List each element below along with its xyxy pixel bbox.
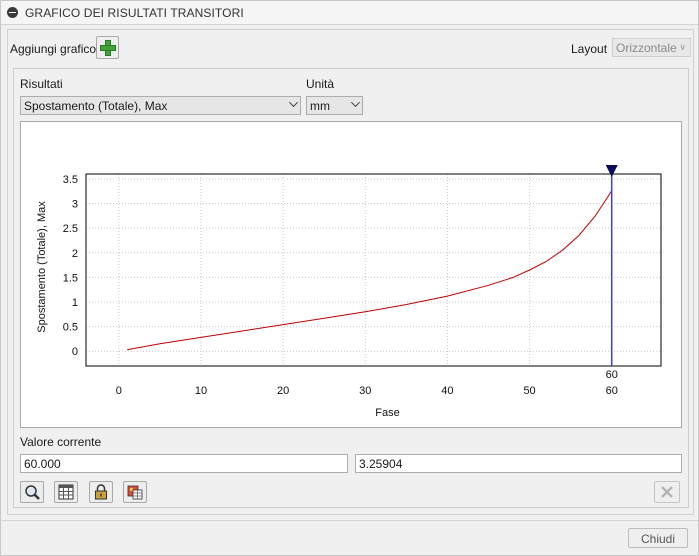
cursor-marker-icon [605,165,618,177]
y-tick-label: 2 [72,248,78,260]
x-axis-title: Fase [375,407,399,419]
x-tick-label: 0 [116,385,122,397]
cursor-label: 60 [606,369,618,381]
close-icon [661,486,673,498]
y-tick-label: 0 [72,346,78,358]
results-label: Risultati [20,77,63,91]
y-tick-label: 3.5 [63,174,78,186]
table-icon [58,484,74,500]
line-chart[interactable]: 0 10 20 30 40 50 60 0 0.5 1 1.5 2 2.5 3 3.5 Fase Spostam… [21,122,681,427]
export-icon [127,485,143,500]
layout-select[interactable]: Orizzontale ∨ [612,38,691,57]
chart-group: Risultati Unità Spostamento (Totale), Ma… [13,68,689,508]
title-bar: GRAFICO DEI RISULTATI TRANSITORI [1,1,698,25]
current-y-field[interactable]: 3.25904 [355,454,682,473]
plus-icon [100,40,116,56]
y-tick-label: 0.5 [63,322,78,334]
content-panel: Aggiungi grafico Layout Orizzontale ∨ Ri… [7,29,694,515]
add-chart-button[interactable] [96,36,119,59]
magnifier-icon [25,485,40,500]
table-button[interactable] [54,481,78,503]
results-select[interactable]: Spostamento (Totale), Max [20,96,301,115]
window-title: GRAFICO DEI RISULTATI TRANSITORI [25,6,244,20]
export-button[interactable] [123,481,147,503]
lock-icon [95,484,107,500]
layout-select-value: Orizzontale [616,41,677,55]
y-tick-label: 2.5 [63,223,78,235]
chevron-down-icon [289,98,298,107]
results-select-value: Spostamento (Totale), Max [24,99,168,113]
x-tick-label: 20 [277,385,289,397]
units-select[interactable]: mm [306,96,363,115]
chart-panel[interactable]: 0 10 20 30 40 50 60 0 0.5 1 1.5 2 2.5 3 3.5 Fase Spostam… [20,121,682,428]
lock-button[interactable] [89,481,113,503]
x-tick-label: 50 [523,385,535,397]
y-axis-title: Spostamento (Totale), Max [36,201,48,333]
collapse-icon[interactable] [7,7,18,18]
delete-chart-button[interactable] [654,481,680,503]
x-tick-label: 30 [359,385,371,397]
layout-label: Layout [571,42,608,56]
zoom-button[interactable] [20,481,44,503]
series-line-0 [127,190,613,351]
units-label: Unità [306,77,335,91]
transient-results-chart-window: GRAFICO DEI RISULTATI TRANSITORI Aggiung… [0,0,699,556]
y-tick-label: 1.5 [63,272,78,284]
close-button[interactable]: Chiudi [628,528,688,548]
current-value-label: Valore corrente [20,435,102,449]
add-chart-label: Aggiungi grafico [10,42,97,56]
y-tick-label: 1 [72,297,78,309]
x-tick-label: 60 [606,385,618,397]
chevron-down-icon: ∨ [679,42,686,52]
y-tick-label: 3 [72,199,78,211]
units-select-value: mm [310,99,330,113]
chevron-down-icon [351,98,360,107]
plot-frame [85,173,662,367]
footer-divider [1,520,698,521]
x-tick-label: 40 [441,385,453,397]
x-tick-label: 10 [195,385,207,397]
current-x-field[interactable]: 60.000 [20,454,348,473]
